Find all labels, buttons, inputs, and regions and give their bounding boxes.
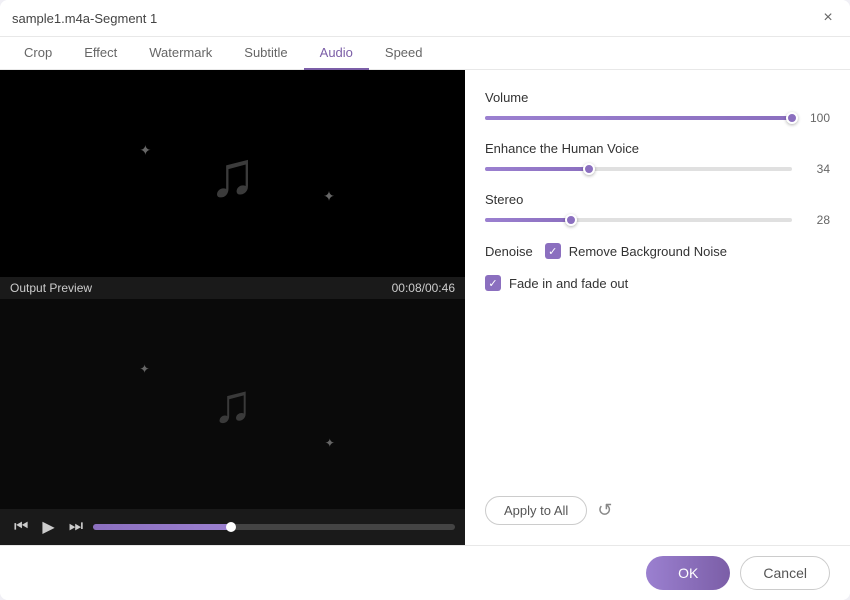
main-window: sample1.m4a-Segment 1 × Crop Effect Wate… [0,0,850,600]
stereo-control: Stereo 28 [485,192,830,227]
denoise-label: Denoise [485,244,533,259]
fade-checkbox[interactable]: ✓ [485,275,501,291]
remove-bg-noise-checkbox[interactable]: ✓ [545,243,561,259]
stereo-fill [485,218,571,222]
close-button[interactable]: × [818,8,838,28]
ok-button[interactable]: OK [646,556,730,590]
right-panel: Volume 100 Enhance the Human Voice [465,70,850,545]
volume-slider-row: 100 [485,111,830,125]
tab-bar: Crop Effect Watermark Subtitle Audio Spe… [0,37,850,70]
enhance-voice-slider-row: 34 [485,162,830,176]
sparkle-sm-bottom-right-icon: ✦ [325,436,335,450]
tab-audio[interactable]: Audio [304,37,369,70]
enhance-voice-slider[interactable] [485,167,792,171]
title-bar: sample1.m4a-Segment 1 × [0,0,850,37]
enhance-voice-control: Enhance the Human Voice 34 [485,141,830,176]
remove-bg-noise-label: Remove Background Noise [569,244,727,259]
content-area: ✦ ♫ ✦ Output Preview 00:08/00:46 ✦ ♫ ✦ ⏮… [0,70,850,545]
bottom-actions: Apply to All ↺ [485,496,830,525]
sparkle-bottom-right-icon: ✦ [323,188,335,205]
left-panel: ✦ ♫ ✦ Output Preview 00:08/00:46 ✦ ♫ ✦ ⏮… [0,70,465,545]
progress-thumb [226,522,236,532]
volume-label: Volume [485,90,830,105]
volume-thumb [786,112,798,124]
spacer [485,307,830,472]
checkmark-icon: ✓ [548,245,557,258]
reset-button[interactable]: ↺ [597,500,612,521]
volume-value: 100 [802,111,830,125]
denoise-row: Denoise ✓ Remove Background Noise [485,243,830,259]
volume-control: Volume 100 [485,90,830,125]
enhance-voice-thumb [583,163,595,175]
tab-watermark[interactable]: Watermark [133,37,228,70]
progress-fill [93,524,231,530]
play-button[interactable]: ▶ [38,515,58,539]
enhance-voice-fill [485,167,589,171]
fade-label: Fade in and fade out [509,276,628,291]
tab-speed[interactable]: Speed [369,37,439,70]
stereo-label: Stereo [485,192,830,207]
fade-checkmark-icon: ✓ [488,277,497,290]
prev-button[interactable]: ⏮ [10,516,32,538]
tab-effect[interactable]: Effect [68,37,133,70]
window-title: sample1.m4a-Segment 1 [12,11,157,26]
stereo-thumb [565,214,577,226]
stereo-slider[interactable] [485,218,792,222]
playback-controls: ⏮ ▶ ⏭ [0,509,465,545]
output-bar: Output Preview 00:08/00:46 [0,277,465,299]
footer: OK Cancel [0,545,850,600]
volume-slider[interactable] [485,116,792,120]
stereo-value: 28 [802,213,830,227]
bottom-preview: ✦ ♫ ✦ [0,299,465,509]
sparkle-top-left-icon: ✦ [140,142,152,159]
sparkle-sm-top-left-icon: ✦ [140,362,150,376]
music-icon-bottom: ♫ [212,373,253,435]
output-timestamp: 00:08/00:46 [392,281,455,295]
music-icon-top: ♫ [209,137,257,211]
fade-row: ✓ Fade in and fade out [485,275,830,291]
progress-bar[interactable] [93,524,455,530]
enhance-voice-value: 34 [802,162,830,176]
next-button[interactable]: ⏭ [65,516,87,538]
enhance-voice-label: Enhance the Human Voice [485,141,830,156]
stereo-slider-row: 28 [485,213,830,227]
top-preview: ✦ ♫ ✦ [0,70,465,277]
tab-crop[interactable]: Crop [8,37,68,70]
volume-fill [485,116,792,120]
tab-subtitle[interactable]: Subtitle [228,37,303,70]
output-preview-label: Output Preview [10,281,92,295]
apply-to-all-button[interactable]: Apply to All [485,496,587,525]
cancel-button[interactable]: Cancel [740,556,830,590]
